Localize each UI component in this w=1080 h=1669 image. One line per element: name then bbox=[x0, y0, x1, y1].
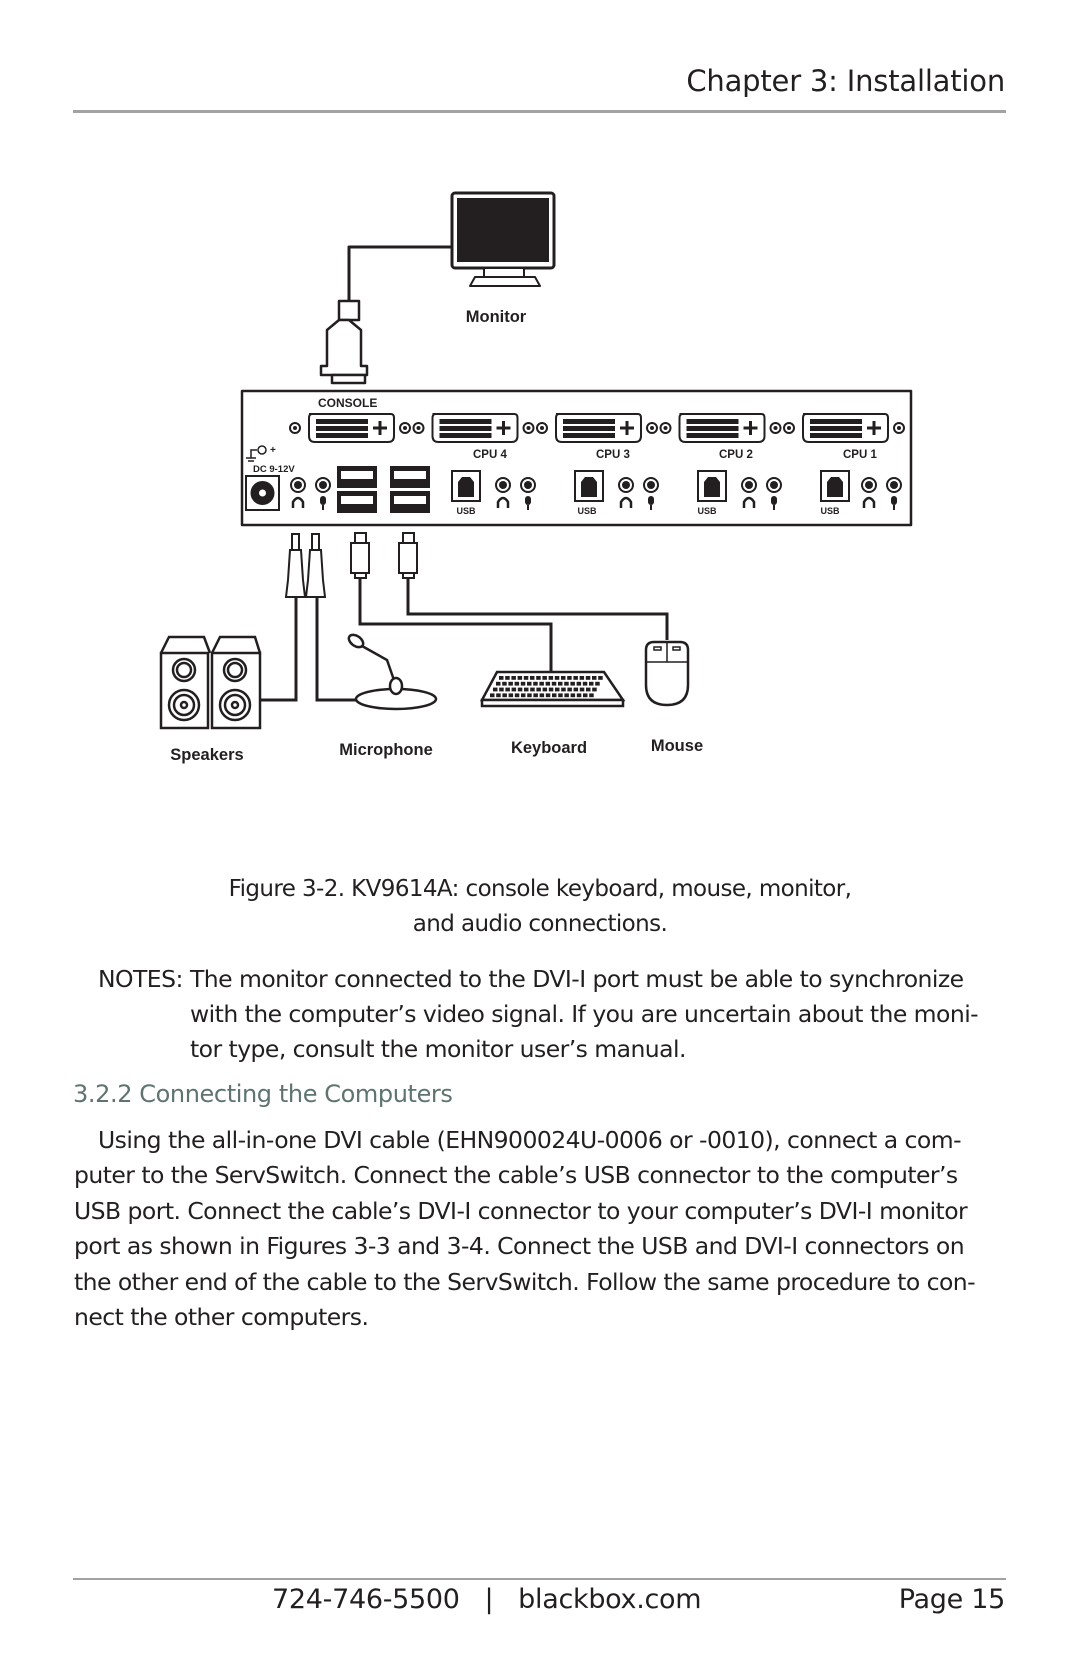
audio-jacks-cpu3 bbox=[618, 477, 659, 510]
power-label: DC 9-12V bbox=[253, 464, 295, 475]
console-usb-port bbox=[337, 466, 377, 488]
microphone-label: Microphone bbox=[339, 741, 433, 759]
microphone-symbol-icon bbox=[320, 496, 326, 505]
monitor-cable bbox=[347, 245, 452, 307]
usb-b-port-cpu3 bbox=[574, 470, 604, 502]
speakers-label: Speakers bbox=[170, 746, 243, 764]
dvi-ports bbox=[289, 413, 905, 443]
dvi-port-console bbox=[289, 413, 411, 443]
cpu2-label: CPU 2 bbox=[719, 449, 753, 461]
usb-label-cpu3: USB bbox=[577, 506, 597, 516]
audio-jacks-cpu1 bbox=[861, 477, 902, 510]
page-number: Page 15 bbox=[898, 1584, 1006, 1615]
power-polarity-label: + bbox=[270, 445, 276, 456]
footer-contact: 724-746-5500 | blackbox.com bbox=[272, 1584, 702, 1615]
dvi-port-cpu1 bbox=[783, 413, 905, 443]
connection-diagram: CONSOLE DC 9-12V + CPU 4 CPU 3 CPU 2 CPU… bbox=[159, 191, 913, 764]
notes-line: tor type, consult the monitor user’s man… bbox=[190, 1035, 686, 1063]
usb-b-port-cpu1 bbox=[820, 470, 850, 502]
body-line: nect the other computers. bbox=[74, 1303, 369, 1331]
headphone-icon bbox=[619, 496, 633, 508]
figure-caption-line-1: Figure 3-2. KV9614A: console keyboard, m… bbox=[228, 876, 852, 902]
microphone-symbol-icon bbox=[891, 496, 897, 505]
audio-jacks-cpu4 bbox=[495, 477, 536, 510]
headphone-icon bbox=[742, 496, 756, 508]
keyboard-cable bbox=[358, 576, 553, 672]
speaker-cable bbox=[260, 597, 298, 702]
usb-label-cpu4: USB bbox=[456, 506, 476, 516]
cpu4-label: CPU 4 bbox=[473, 449, 507, 461]
body-line: puter to the ServSwitch. Connect the cab… bbox=[74, 1161, 958, 1189]
console-usb-port bbox=[390, 491, 430, 513]
microphone-symbol-icon bbox=[525, 496, 531, 505]
monitor-label: Monitor bbox=[466, 308, 527, 326]
section-heading: 3.2.2 Connecting the Computers bbox=[73, 1080, 453, 1108]
usb-plugs bbox=[350, 532, 418, 579]
mouse-usb-plug-icon bbox=[402, 532, 415, 544]
keyboard-label: Keyboard bbox=[511, 739, 587, 757]
headphone-icon bbox=[862, 496, 876, 508]
audio-jacks-console bbox=[290, 477, 331, 510]
audio-plugs bbox=[284, 533, 327, 598]
mouse-cable bbox=[406, 576, 669, 640]
power-jack-icon bbox=[245, 475, 280, 511]
body-line: Using the all-in-one DVI cable (EHN90002… bbox=[98, 1126, 962, 1154]
notes-label: NOTES: bbox=[98, 965, 183, 993]
dvi-plug-icon bbox=[319, 299, 369, 385]
usb-label-cpu2: USB bbox=[697, 506, 717, 516]
speakers-icon bbox=[159, 635, 262, 730]
figure-caption-line-2: and audio connections. bbox=[412, 911, 668, 937]
body-line: USB port. Connect the cable’s DVI-I conn… bbox=[74, 1197, 968, 1225]
microphone-icon bbox=[347, 633, 438, 711]
keyboard-usb-plug-icon bbox=[354, 532, 367, 544]
dvi-port-cpu2 bbox=[659, 413, 782, 443]
notes-line: with the computer’s video signal. If you… bbox=[190, 1000, 979, 1028]
cpu1-label: CPU 1 bbox=[843, 449, 877, 461]
mouse-label: Mouse bbox=[651, 737, 703, 755]
console-usb-port bbox=[390, 466, 430, 488]
microphone-symbol-icon bbox=[648, 496, 654, 505]
keyboard-icon bbox=[479, 670, 626, 708]
body-line: port as shown in Figures 3-3 and 3-4. Co… bbox=[74, 1232, 965, 1260]
audio-jacks-cpu2 bbox=[741, 477, 782, 510]
footer-divider bbox=[73, 1578, 1006, 1580]
microphone-plug-icon bbox=[311, 533, 320, 551]
body-line: the other end of the cable to the ServSw… bbox=[74, 1268, 976, 1296]
cpu3-label: CPU 3 bbox=[596, 449, 630, 461]
ground-symbol-icon bbox=[246, 445, 267, 462]
usb-label-cpu1: USB bbox=[820, 506, 840, 516]
usb-b-port-cpu2 bbox=[697, 470, 727, 502]
usb-b-port-cpu4 bbox=[451, 470, 481, 502]
microphone-cable bbox=[315, 597, 372, 702]
monitor-icon bbox=[450, 191, 556, 287]
dvi-port-cpu3 bbox=[536, 413, 658, 443]
notes-line: The monitor connected to the DVI-I port … bbox=[190, 965, 964, 993]
headphone-icon bbox=[291, 496, 305, 508]
lower-ports bbox=[245, 466, 902, 513]
headphone-icon bbox=[496, 496, 510, 508]
speaker-plug-icon bbox=[291, 533, 300, 551]
microphone-symbol-icon bbox=[771, 496, 777, 505]
dvi-port-cpu4 bbox=[412, 413, 535, 443]
console-label: CONSOLE bbox=[318, 396, 377, 410]
mouse-icon bbox=[644, 640, 690, 707]
console-usb-port bbox=[337, 491, 377, 513]
